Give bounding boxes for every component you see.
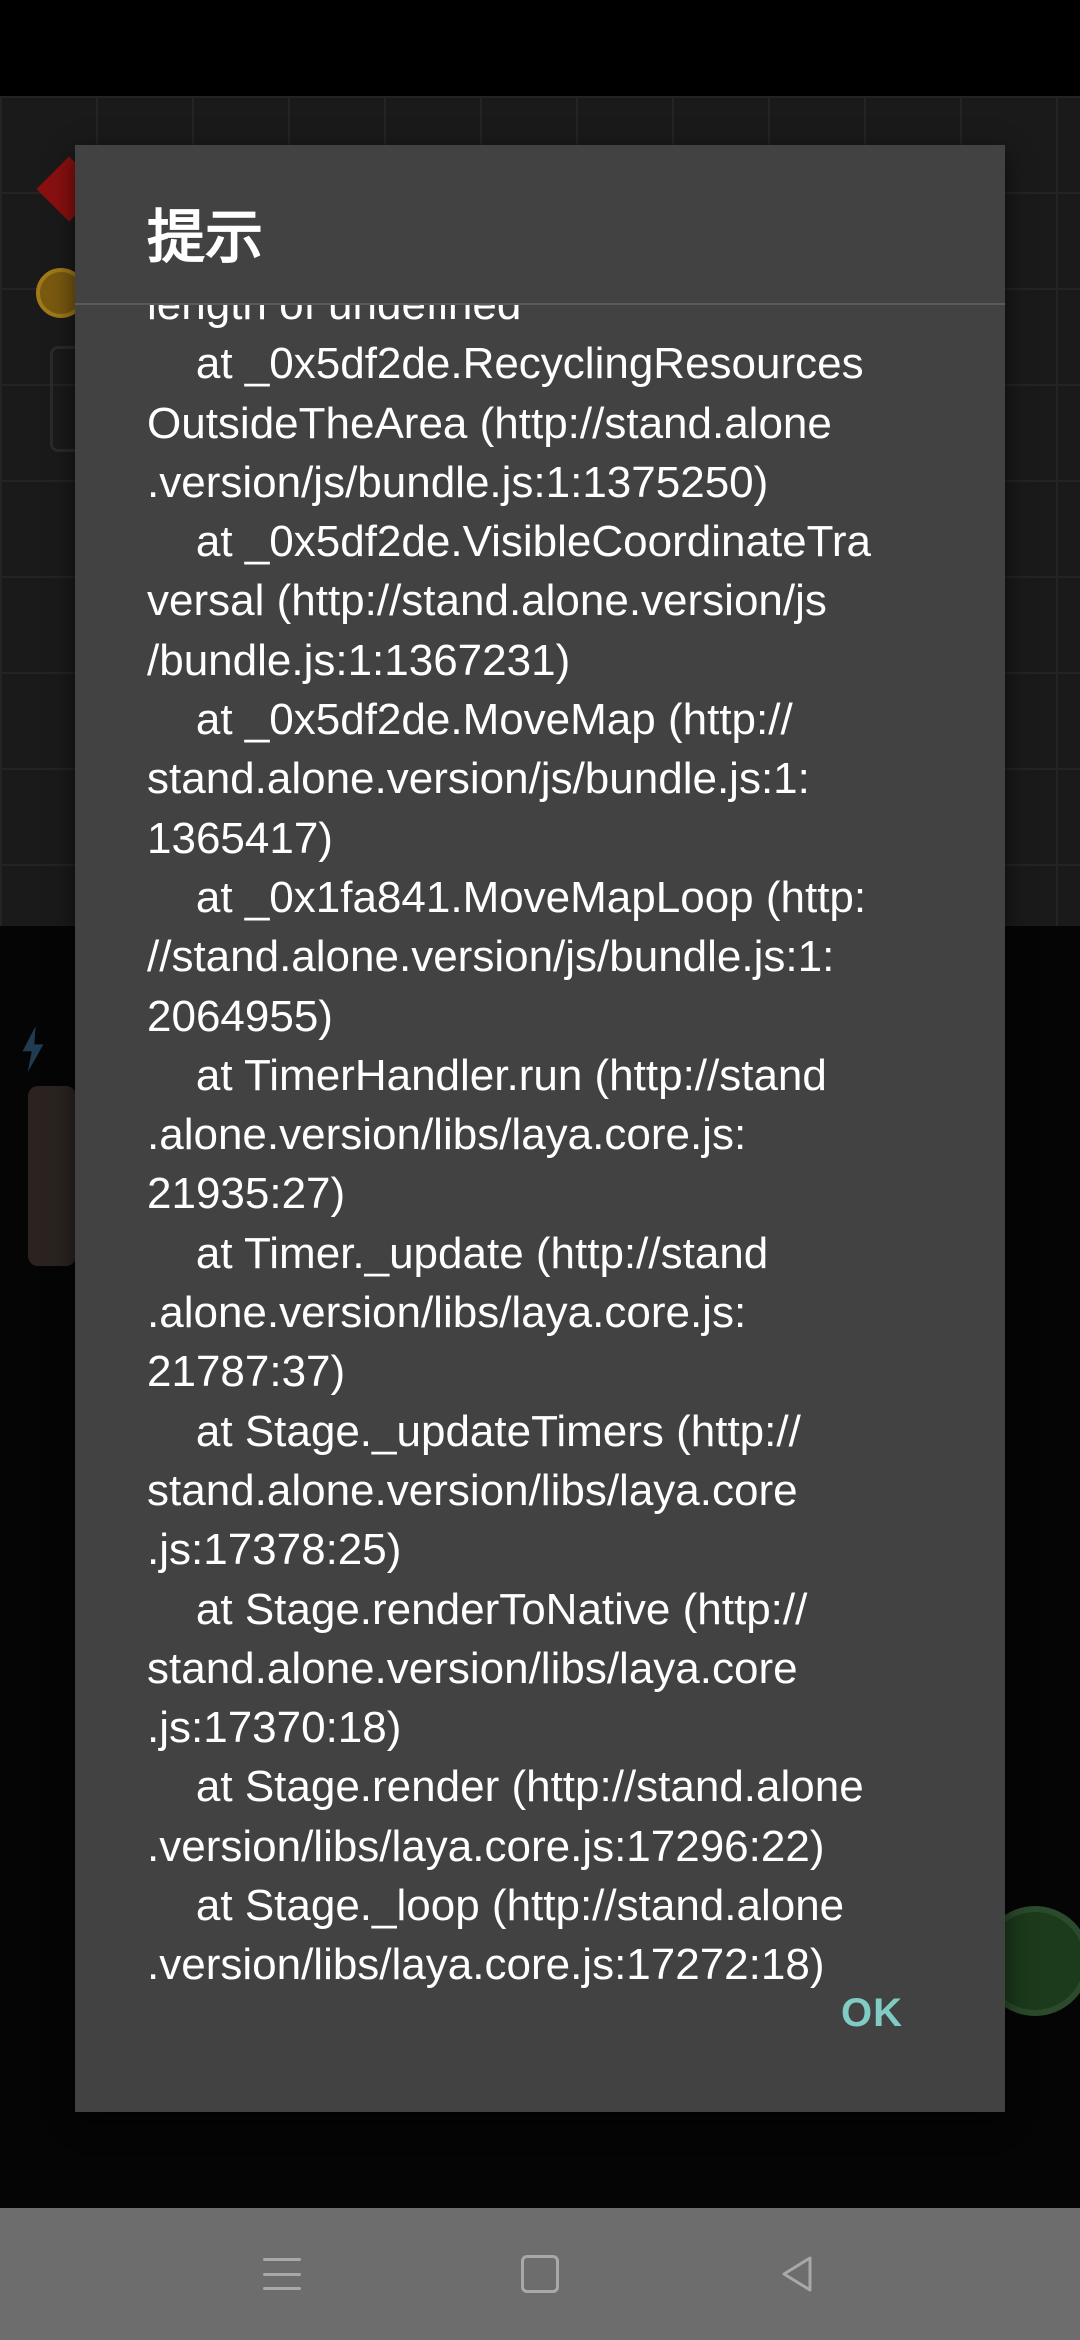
navigation-bar — [0, 2208, 1080, 2340]
character-card — [28, 1086, 76, 1266]
error-message-text: length of undefined at _0x5df2de.Recycli… — [147, 305, 872, 1990]
ok-button[interactable]: OK — [841, 1991, 903, 2036]
home-icon — [521, 2255, 559, 2293]
message-scroll-area[interactable]: length of undefined at _0x5df2de.Recycli… — [147, 305, 947, 2157]
home-button[interactable] — [480, 2208, 600, 2340]
menu-icon — [263, 2258, 301, 2290]
back-button[interactable] — [738, 2208, 858, 2340]
error-dialog: 提示 length of undefined at _0x5df2de.Recy… — [75, 145, 1005, 2112]
back-icon — [782, 2256, 812, 2292]
dialog-title: 提示 — [147, 203, 264, 271]
recent-apps-button[interactable] — [222, 2208, 342, 2340]
